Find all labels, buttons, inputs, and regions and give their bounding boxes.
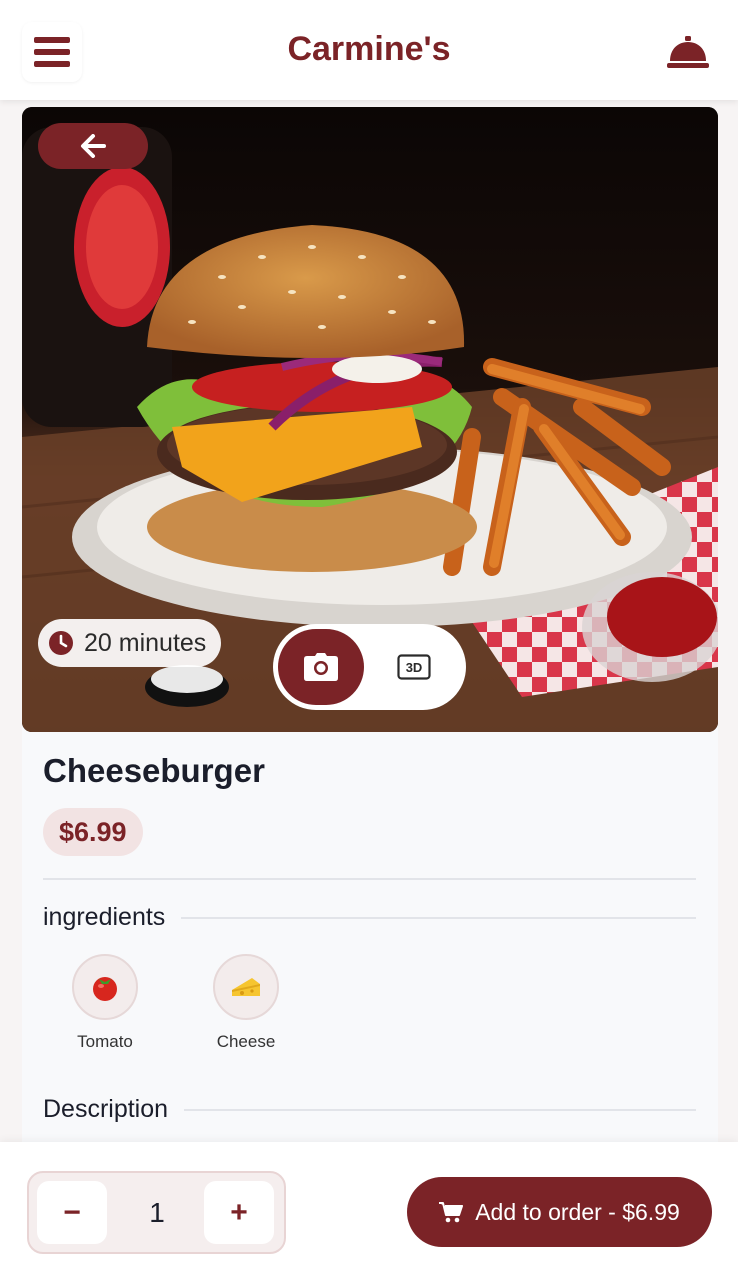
add-to-order-label: Add to order - $6.99 [475,1198,680,1225]
3d-view-button[interactable]: 3D [364,629,464,705]
view-toggle: 3D [273,624,466,710]
app-header: Carmine's [0,0,738,100]
ingredient-name: Cheese [216,1032,276,1051]
service-bell-icon [667,36,709,68]
back-button[interactable] [38,123,148,169]
3d-icon: 3D [397,654,431,680]
decrease-quantity-button[interactable]: − [37,1181,107,1244]
arrow-left-icon [81,134,106,158]
increase-quantity-button[interactable]: + [204,1181,274,1244]
ingredient-cheese[interactable]: Cheese [196,954,296,1052]
ingredients-label: ingredients [43,903,166,931]
cart-icon [439,1202,464,1223]
heading-rule [181,916,696,919]
description-label: Description [43,1095,169,1123]
quantity-stepper: − 1 + [27,1171,286,1254]
3d-label: 3D [406,660,423,675]
ingredient-name: Tomato [77,1032,133,1051]
quantity-value: 1 [149,1196,165,1228]
tomato-icon [72,954,138,1020]
call-waiter-button[interactable] [664,30,712,74]
order-bar: − 1 + Add to order - $6.99 [0,1142,738,1278]
photo-view-button[interactable] [278,629,364,705]
dish-photo: 20 minutes 3D [22,107,718,732]
clock-icon [49,631,73,655]
heading-rule [184,1108,696,1111]
ingredients-heading: ingredients [43,903,696,932]
ingredient-tomato[interactable]: Tomato [55,954,155,1052]
dish-card: 20 minutes 3D Cheeseburger $6.99 ingredi… [22,107,718,1157]
divider [43,878,696,880]
camera-icon [304,653,338,681]
description-heading: Description [43,1095,696,1124]
price-badge: $6.99 [43,808,143,856]
dish-name: Cheeseburger [43,752,265,789]
add-to-order-button[interactable]: Add to order - $6.99 [407,1177,712,1247]
prep-time-text: 20 minutes [84,628,207,657]
cheese-icon [213,954,279,1020]
prep-time-badge: 20 minutes [38,619,221,667]
restaurant-title: Carmine's [287,30,451,68]
